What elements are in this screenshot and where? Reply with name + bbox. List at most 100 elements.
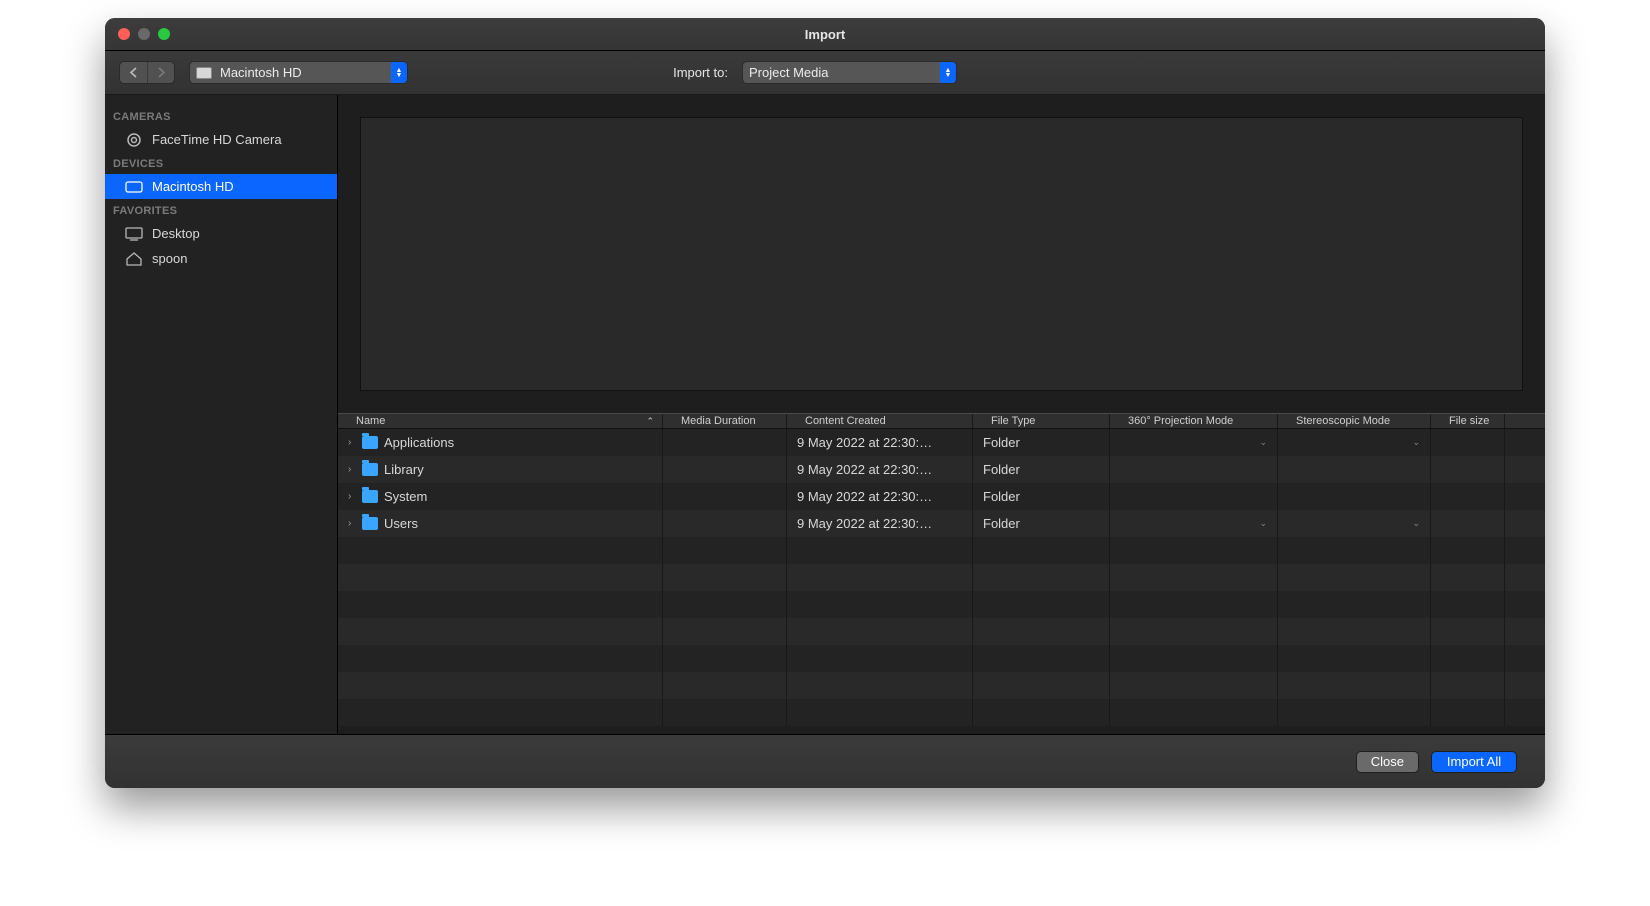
- table-cell: [1431, 645, 1505, 672]
- table-cell: [338, 672, 663, 699]
- table-cell: [338, 699, 663, 726]
- table-header: Name⌃Media DurationContent CreatedFile T…: [338, 413, 1545, 429]
- table-cell: [663, 510, 787, 537]
- sidebar-item[interactable]: Macintosh HD: [105, 174, 337, 199]
- dropdown-arrow-icon[interactable]: ⌄: [1259, 518, 1267, 529]
- import-all-button[interactable]: Import All: [1431, 751, 1517, 773]
- table-cell: ›Library: [338, 456, 663, 483]
- location-label: Macintosh HD: [220, 65, 302, 80]
- table-cell: ›Applications: [338, 429, 663, 456]
- hd-icon: [196, 67, 212, 79]
- sidebar-item[interactable]: spoon: [105, 246, 337, 271]
- sidebar-item[interactable]: FaceTime HD Camera: [105, 127, 337, 152]
- table-cell: [1278, 591, 1431, 618]
- table-cell: [1431, 510, 1505, 537]
- popup-arrows-icon: ▲▼: [940, 62, 956, 83]
- traffic-lights: [105, 28, 170, 40]
- sidebar-section-header: FAVORITES: [105, 199, 337, 221]
- cell-text: Folder: [983, 435, 1020, 450]
- table-cell: 9 May 2022 at 22:30:…: [787, 456, 973, 483]
- destination-popup[interactable]: Project Media ▲▼: [742, 61, 957, 84]
- destination-label: Project Media: [749, 65, 828, 80]
- content-area: Name⌃Media DurationContent CreatedFile T…: [338, 95, 1545, 734]
- table-cell: [1431, 564, 1505, 591]
- table-row[interactable]: ›Users9 May 2022 at 22:30:…Folder⌄⌄: [338, 510, 1545, 537]
- preview-wrapper: [338, 95, 1545, 413]
- table-cell: [1278, 483, 1431, 510]
- table-cell: 9 May 2022 at 22:30:…: [787, 510, 973, 537]
- sidebar-item-label: Desktop: [152, 226, 200, 241]
- column-header-p360[interactable]: 360° Projection Mode: [1110, 414, 1278, 428]
- disclosure-triangle-icon[interactable]: ›: [348, 491, 356, 502]
- home-icon: [125, 252, 143, 266]
- table-cell: [1110, 564, 1278, 591]
- dropdown-arrow-icon[interactable]: ⌄: [1412, 518, 1420, 529]
- sidebar-item[interactable]: Desktop: [105, 221, 337, 246]
- table-cell: [1278, 564, 1431, 591]
- location-popup[interactable]: Macintosh HD ▲▼: [189, 61, 408, 84]
- disclosure-triangle-icon[interactable]: ›: [348, 464, 356, 475]
- close-button[interactable]: Close: [1356, 751, 1419, 773]
- column-header-name[interactable]: Name⌃: [338, 414, 663, 428]
- table-cell: [787, 618, 973, 645]
- desktop-icon: [125, 227, 143, 241]
- table-cell: [973, 699, 1110, 726]
- column-header-dur[interactable]: Media Duration: [663, 414, 787, 428]
- toolbar: Macintosh HD ▲▼ Import to: Project Media…: [105, 51, 1545, 95]
- dropdown-arrow-icon[interactable]: ⌄: [1412, 437, 1420, 448]
- close-window-icon[interactable]: [118, 28, 130, 40]
- disclosure-triangle-icon[interactable]: ›: [348, 437, 356, 448]
- table-cell: [338, 537, 663, 564]
- table-cell: [663, 699, 787, 726]
- import-window: Import Macintosh HD ▲▼ Import to: Projec…: [105, 18, 1545, 788]
- table-cell: [1110, 645, 1278, 672]
- table-body: ›Applications9 May 2022 at 22:30:…Folder…: [338, 429, 1545, 734]
- table-cell: [787, 645, 973, 672]
- table-cell: [663, 429, 787, 456]
- table-cell: 9 May 2022 at 22:30:…: [787, 429, 973, 456]
- cell-text: 9 May 2022 at 22:30:…: [797, 516, 932, 531]
- table-cell: [1431, 483, 1505, 510]
- row-name: Users: [384, 516, 418, 531]
- table-row[interactable]: ›Applications 9 May 2022 at 22:30:… Folder…: [338, 429, 1545, 456]
- column-header-created[interactable]: Content Created: [787, 414, 973, 428]
- table-cell: [1431, 618, 1505, 645]
- table-row[interactable]: ›System9 May 2022 at 22:30:…Folder: [338, 483, 1545, 510]
- sidebar-item-label: FaceTime HD Camera: [152, 132, 282, 147]
- column-header-ftype[interactable]: File Type: [973, 414, 1110, 428]
- table-cell: [1278, 672, 1431, 699]
- table-row[interactable]: ›Library 9 May 2022 at 22:30:…Folder: [338, 456, 1545, 483]
- table-cell: [1110, 483, 1278, 510]
- table-cell: Folder: [973, 456, 1110, 483]
- table-cell: [1431, 429, 1505, 456]
- table-cell: › Users: [338, 510, 663, 537]
- table-cell: [1278, 699, 1431, 726]
- column-header-stereo[interactable]: Stereoscopic Mode: [1278, 414, 1431, 428]
- table-cell: [663, 672, 787, 699]
- table-cell: [973, 537, 1110, 564]
- folder-icon: [362, 517, 378, 530]
- table-cell: [787, 537, 973, 564]
- table-cell: [1278, 537, 1431, 564]
- row-name: System: [384, 489, 427, 504]
- table-cell: [787, 564, 973, 591]
- table-cell: [973, 564, 1110, 591]
- table-cell: [1278, 618, 1431, 645]
- nav-back-button[interactable]: [120, 62, 147, 83]
- table-row-empty: [338, 699, 1545, 726]
- table-cell: [663, 645, 787, 672]
- table-row-empty: [338, 672, 1545, 699]
- hd-icon: [125, 180, 143, 194]
- table-cell: [1431, 591, 1505, 618]
- folder-icon: [362, 436, 378, 449]
- disclosure-triangle-icon[interactable]: ›: [348, 518, 356, 529]
- zoom-window-icon[interactable]: [158, 28, 170, 40]
- nav-forward-button[interactable]: [147, 62, 174, 83]
- table-cell: [1278, 645, 1431, 672]
- dropdown-arrow-icon[interactable]: ⌄: [1259, 437, 1267, 448]
- table-cell: [338, 618, 663, 645]
- column-header-size[interactable]: File size: [1431, 414, 1505, 428]
- table-cell: [1110, 591, 1278, 618]
- minimize-window-icon[interactable]: [138, 28, 150, 40]
- table-cell: [1431, 537, 1505, 564]
